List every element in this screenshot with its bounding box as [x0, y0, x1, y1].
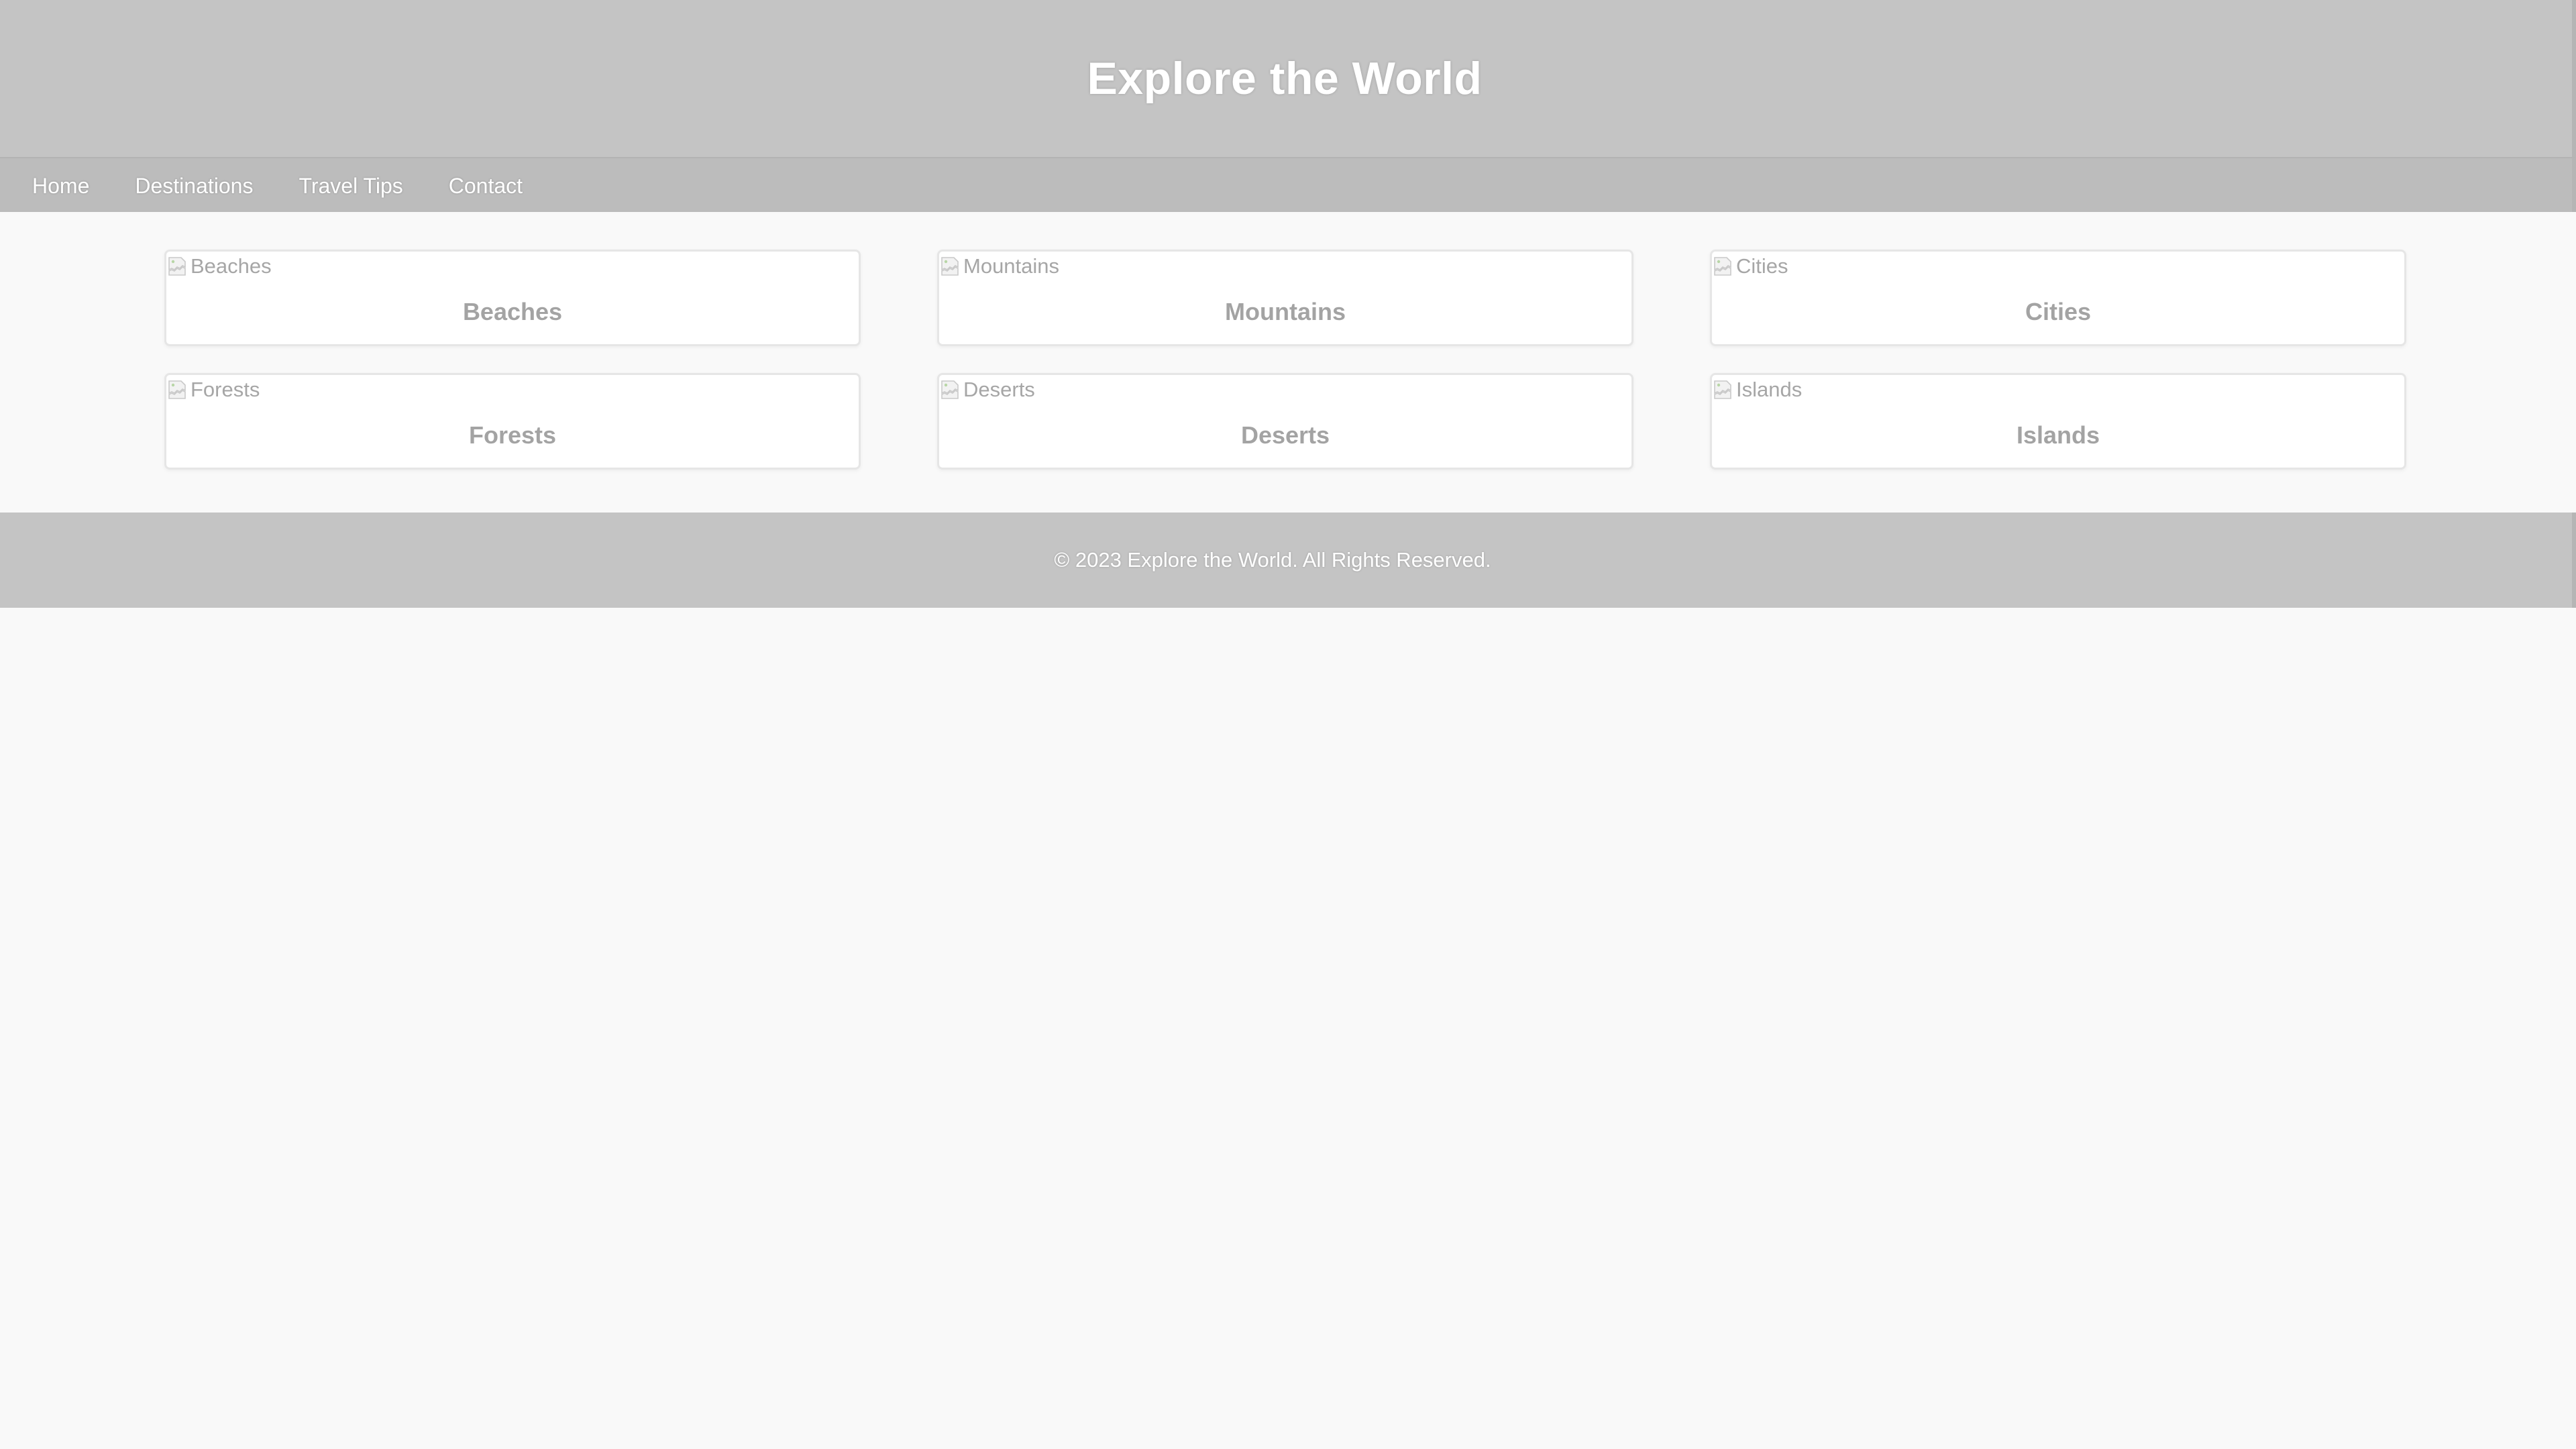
destination-title: Cities: [2025, 298, 2092, 325]
broken-image-icon: [166, 255, 188, 278]
destination-card-forests[interactable]: Forests Forests: [164, 373, 861, 470]
broken-image-icon: [939, 378, 961, 401]
site-title: Explore the World: [1087, 53, 1483, 104]
destination-image: Beaches: [166, 253, 272, 280]
destination-image-alt-text: Mountains: [963, 254, 1060, 278]
destination-title: Forests: [468, 421, 557, 449]
destination-image: Forests: [166, 376, 260, 403]
destination-title: Islands: [2016, 421, 2100, 449]
destinations-grid: Beaches Beaches Mountains Mountains Citi…: [0, 212, 2576, 513]
destination-card-islands[interactable]: Islands Islands: [1710, 373, 2406, 470]
destination-card-mountains[interactable]: Mountains Mountains: [937, 250, 1633, 346]
destination-image-alt-text: Islands: [1736, 378, 1803, 401]
broken-image-icon: [1712, 255, 1733, 278]
destination-image-alt-text: Cities: [1736, 254, 1788, 278]
nav-link-contact[interactable]: Contact: [449, 174, 523, 197]
destination-image: Islands: [1712, 376, 1802, 403]
destination-card-beaches[interactable]: Beaches Beaches: [164, 250, 861, 346]
page: Explore the World Home Destinations Trav…: [0, 0, 2576, 1449]
broken-image-icon: [166, 378, 188, 401]
destination-title: Beaches: [462, 298, 563, 325]
destination-image: Deserts: [939, 376, 1035, 403]
destination-title: Mountains: [1225, 298, 1346, 325]
destination-card-cities[interactable]: Cities Cities: [1710, 250, 2406, 346]
destination-image-alt-text: Forests: [191, 378, 260, 401]
destination-image-alt-text: Deserts: [963, 378, 1035, 401]
main-navigation: Home Destinations Travel Tips Contact: [0, 157, 2576, 212]
destination-card-deserts[interactable]: Deserts Deserts: [937, 373, 1633, 470]
destination-image-alt-text: Beaches: [191, 254, 272, 278]
destination-image: Cities: [1712, 253, 1788, 280]
site-header: Explore the World: [0, 0, 2576, 157]
nav-link-home[interactable]: Home: [32, 174, 89, 197]
destination-title: Deserts: [1240, 421, 1330, 449]
copyright-text: © 2023 Explore the World. All Rights Res…: [1054, 548, 1491, 572]
nav-link-travel-tips[interactable]: Travel Tips: [299, 174, 402, 197]
site-footer: © 2023 Explore the World. All Rights Res…: [0, 513, 2576, 608]
nav-link-destinations[interactable]: Destinations: [135, 174, 253, 197]
destination-image: Mountains: [939, 253, 1059, 280]
broken-image-icon: [1712, 378, 1733, 401]
broken-image-icon: [939, 255, 961, 278]
